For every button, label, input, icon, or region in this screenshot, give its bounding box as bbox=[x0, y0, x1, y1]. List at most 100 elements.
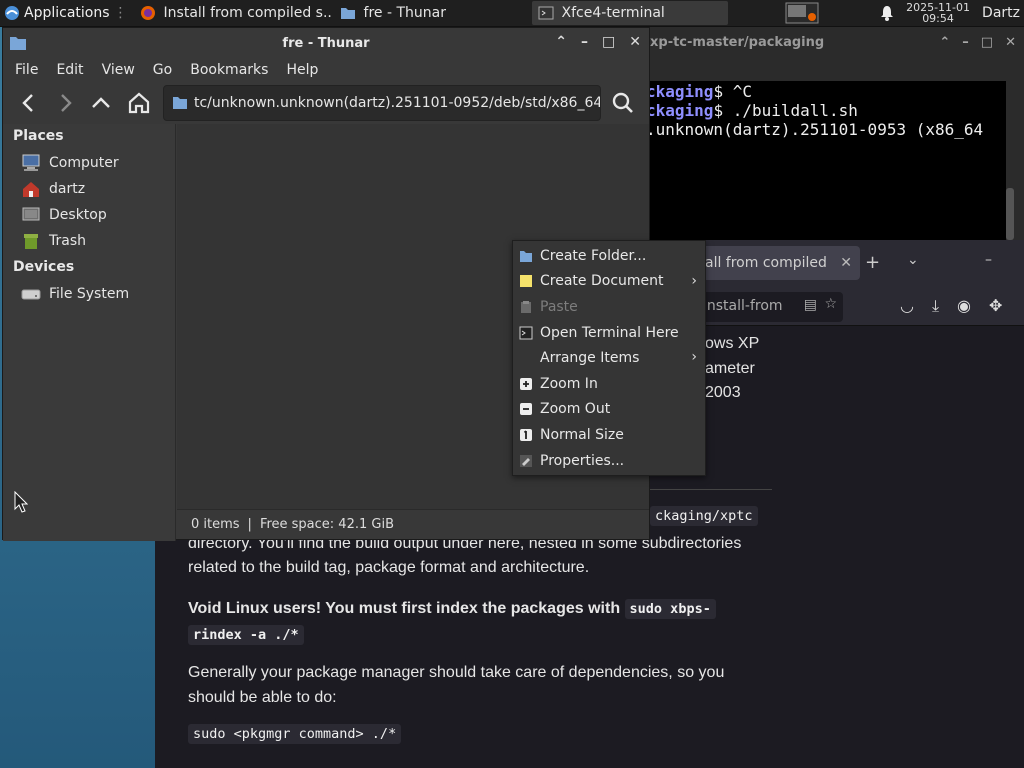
menu-edit[interactable]: Edit bbox=[54, 62, 91, 78]
terminal-output[interactable]: ckaging$ ^C ckaging$ ./buildall.sh .unknow… bbox=[640, 81, 1006, 241]
text-line: ameter bbox=[705, 359, 755, 377]
search-icon[interactable] bbox=[611, 91, 635, 115]
pocket-icon[interactable]: ◡ bbox=[900, 296, 914, 316]
chevron-up-icon[interactable]: ⌃ bbox=[555, 34, 567, 50]
minimize-icon[interactable]: – bbox=[985, 252, 992, 268]
download-icon[interactable]: ⤓ bbox=[932, 296, 939, 316]
maximize-icon[interactable]: □ bbox=[602, 34, 615, 50]
terminal-text: .unknown(dartz).251101-0953 (x86_64 bbox=[646, 120, 984, 139]
folder-icon bbox=[340, 8, 355, 19]
terminal-title: xp-tc-master/packaging bbox=[650, 34, 825, 50]
menu-help[interactable]: Help bbox=[284, 62, 326, 78]
notification-bell-icon[interactable] bbox=[880, 5, 894, 21]
url-text: install-from bbox=[703, 298, 783, 314]
task-firefox[interactable]: Install from compiled s... bbox=[134, 1, 332, 25]
new-folder-icon bbox=[520, 250, 532, 262]
menu-view[interactable]: View bbox=[100, 62, 143, 78]
sidebar-item-label: Computer bbox=[49, 155, 119, 171]
menu-item-normal-size[interactable]: Normal Size bbox=[513, 422, 705, 448]
maximize-icon[interactable]: □ bbox=[981, 35, 993, 50]
minimize-icon[interactable]: – bbox=[962, 35, 969, 50]
terminal-scrollbar[interactable] bbox=[1006, 188, 1014, 240]
terminal-line: .unknown(dartz).251101-0953 (x86_64 bbox=[646, 120, 1006, 139]
forward-arrow-icon[interactable] bbox=[53, 91, 77, 115]
sidebar-item-filesystem[interactable]: File System bbox=[21, 285, 129, 303]
user-menu[interactable]: Dartz bbox=[972, 5, 1024, 21]
zoom-normal-icon bbox=[520, 428, 532, 441]
paragraph-dependencies: Generally your package manager should ta… bbox=[188, 664, 725, 706]
parent-folder-icon[interactable] bbox=[89, 91, 113, 115]
menu-item-create-document[interactable]: Create Document › bbox=[513, 269, 705, 295]
terminal-text: $ ./buildall.sh bbox=[713, 101, 858, 120]
sidebar-item-trash[interactable]: Trash bbox=[21, 232, 86, 250]
inline-code: rindex -a ./* bbox=[188, 625, 304, 645]
task-label: Install from compiled s... bbox=[163, 5, 332, 21]
home-icon[interactable] bbox=[127, 91, 151, 115]
chevron-right-icon: › bbox=[691, 272, 697, 289]
terminal-window[interactable]: xp-tc-master/packaging ⌃ – □ ✕ ckaging$ … bbox=[640, 27, 1024, 241]
chevron-down-icon[interactable]: ⌄ bbox=[907, 252, 919, 268]
menu-item-zoom-in[interactable]: Zoom In bbox=[513, 371, 705, 397]
menu-item-properties[interactable]: Properties... bbox=[513, 448, 705, 474]
account-icon[interactable]: ◉ bbox=[957, 296, 971, 316]
workspace-switcher-icon[interactable] bbox=[784, 1, 820, 25]
text-line: ows XP bbox=[705, 335, 760, 352]
browser-tab[interactable]: all from compiled ✕ bbox=[695, 246, 860, 280]
close-icon[interactable]: ✕ bbox=[1005, 35, 1016, 50]
text-line: 2003 bbox=[705, 384, 741, 401]
menu-item-open-terminal[interactable]: Open Terminal Here bbox=[513, 320, 705, 346]
applications-menu[interactable]: Applications ⋮ bbox=[0, 0, 132, 27]
new-tab-icon[interactable]: + bbox=[865, 252, 880, 273]
paragraph-void-linux: Void Linux users! You must first index t… bbox=[188, 596, 748, 648]
sidebar-item-computer[interactable]: Computer bbox=[21, 154, 119, 172]
menu-go[interactable]: Go bbox=[151, 62, 180, 78]
menubar: File Edit View Go Bookmarks Help bbox=[3, 58, 649, 82]
terminal-titlebar[interactable]: xp-tc-master/packaging ⌃ – □ ✕ bbox=[640, 27, 1024, 57]
sidebar-item-dartz[interactable]: dartz bbox=[21, 180, 85, 198]
properties-icon bbox=[520, 454, 532, 467]
menu-item-zoom-out[interactable]: Zoom Out bbox=[513, 397, 705, 423]
tab-close-icon[interactable]: ✕ bbox=[840, 255, 860, 271]
code-path-fragment: ckaging/xptc bbox=[650, 506, 1024, 526]
back-arrow-icon[interactable] bbox=[17, 91, 41, 115]
chevron-up-icon[interactable]: ⌃ bbox=[939, 35, 950, 50]
menu-item-label: Create Document bbox=[540, 273, 664, 290]
status-separator: | bbox=[247, 517, 252, 532]
menu-item-arrange-items[interactable]: Arrange Items › bbox=[513, 345, 705, 371]
sidebar-item-desktop[interactable]: Desktop bbox=[21, 206, 107, 224]
menu-item-label: Open Terminal Here bbox=[540, 324, 679, 341]
location-bar[interactable]: tc/unknown.unknown(dartz).251101-0952/de… bbox=[163, 85, 601, 121]
task-terminal[interactable]: Xfce4-terminal bbox=[531, 1, 728, 25]
menu-item-create-folder[interactable]: Create Folder... bbox=[513, 243, 705, 269]
firefox-icon bbox=[140, 6, 155, 20]
desktop-icon bbox=[22, 207, 40, 221]
extensions-icon[interactable]: ✥ bbox=[989, 296, 1002, 316]
bookmark-star-icon[interactable]: ☆ bbox=[824, 296, 837, 312]
menu-file[interactable]: File bbox=[13, 62, 46, 78]
terminal-prompt: ckaging bbox=[646, 82, 714, 101]
devices-heading: Devices bbox=[13, 259, 75, 275]
menu-item-paste[interactable]: Paste bbox=[513, 294, 705, 320]
computer-icon bbox=[22, 154, 40, 171]
menu-item-label: Create Folder... bbox=[540, 247, 647, 264]
terminal-text: $ ^C bbox=[713, 82, 752, 101]
thunar-titlebar[interactable]: fre - Thunar ⌃ – □ ✕ bbox=[3, 28, 649, 58]
menu-bookmarks[interactable]: Bookmarks bbox=[188, 62, 276, 78]
page-text-fragment: ows XP ameter 2003 bbox=[705, 332, 759, 406]
reader-view-icon[interactable]: ▤ bbox=[804, 297, 817, 313]
task-thunar[interactable]: fre - Thunar bbox=[334, 1, 530, 25]
task-label: Xfce4-terminal bbox=[561, 5, 665, 21]
sidebar-item-label: dartz bbox=[49, 181, 86, 197]
zoom-out-icon bbox=[520, 403, 532, 416]
minimize-icon[interactable]: – bbox=[581, 34, 588, 50]
void-linux-note: Void Linux users! You must first index t… bbox=[188, 600, 621, 617]
close-icon[interactable]: ✕ bbox=[629, 34, 641, 50]
terminal-icon bbox=[519, 326, 533, 340]
location-path: tc/unknown.unknown(dartz).251101-0952/de… bbox=[194, 95, 601, 111]
code-block: sudo <pkgmgr command> ./* bbox=[188, 724, 748, 744]
menu-item-label: Zoom Out bbox=[540, 401, 611, 418]
url-bar[interactable]: install-from ▤ ☆ bbox=[695, 292, 843, 322]
free-space: Free space: 42.1 GiB bbox=[259, 517, 394, 532]
panel-clock[interactable]: 2025-11-01 09:54 bbox=[904, 2, 972, 24]
inline-code: sudo xbps- bbox=[624, 599, 716, 619]
